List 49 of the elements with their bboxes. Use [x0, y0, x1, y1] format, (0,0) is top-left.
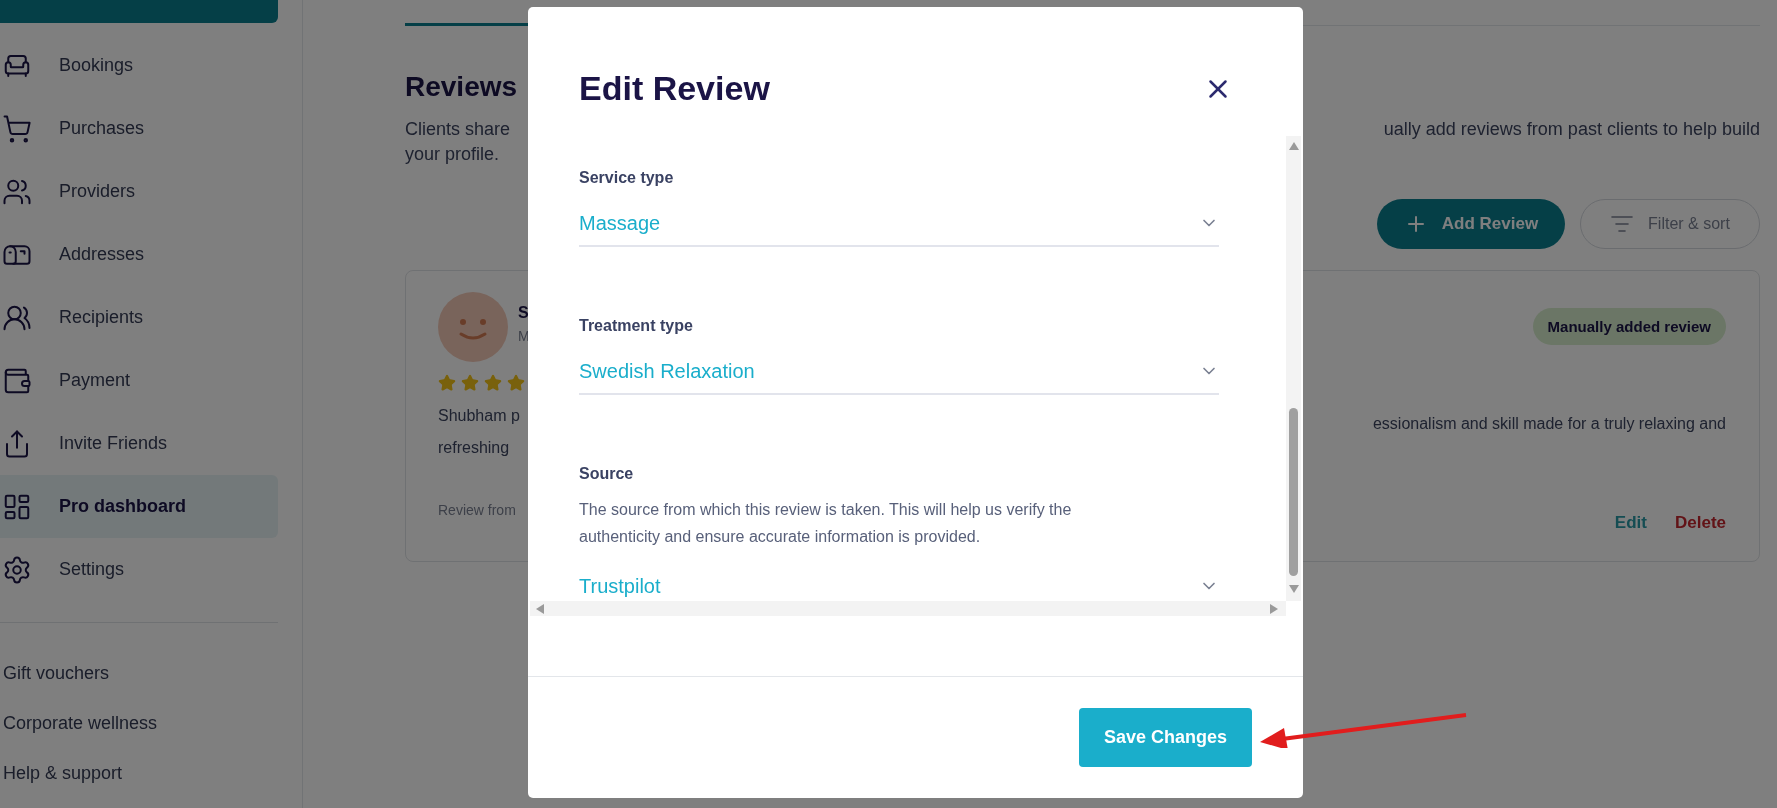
star-icon — [507, 374, 525, 392]
page-description: ually add reviews from past clients to help build — [1383, 118, 1760, 141]
filter-sort-button[interactable]: Filter & sort — [1580, 199, 1760, 249]
sidebar-item[interactable]: Invite Friends — [0, 412, 278, 475]
page-title: Reviews — [405, 71, 518, 103]
scroll-up-icon[interactable] — [1288, 142, 1299, 152]
add-review-button[interactable]: Add Review — [1377, 199, 1565, 249]
review-text: essionalism and skill made for a truly relaxing and — [1372, 415, 1726, 433]
star-icon — [438, 374, 456, 392]
avatar-icon — [438, 292, 508, 362]
sidebar-item[interactable]: Providers — [0, 160, 278, 223]
sidebar-item[interactable]: Bookings — [0, 34, 278, 97]
sidebar-link[interactable]: Help & support — [0, 748, 123, 798]
scroll-right-icon[interactable] — [1270, 603, 1280, 614]
field-label: Treatment type — [579, 317, 694, 335]
field-label: Service type — [579, 169, 675, 187]
sidebar-item[interactable]: Pro dashboard — [0, 475, 278, 538]
sidebar-item[interactable]: Addresses — [0, 223, 278, 286]
review-meta: M — [518, 328, 528, 344]
horizontal-scrollbar[interactable] — [530, 601, 1286, 616]
star-icon — [484, 374, 502, 392]
review-text: refreshing — [438, 438, 510, 458]
star-icon — [461, 374, 479, 392]
save-changes-button[interactable]: Save Changes — [1079, 708, 1252, 767]
settings-icon — [2, 554, 32, 585]
sidebar-item[interactable]: Payment — [0, 349, 278, 412]
scroll-down-icon[interactable] — [1288, 585, 1299, 595]
page-description: your profile. — [405, 143, 500, 166]
sidebar-item[interactable]: Settings — [0, 538, 278, 601]
dialog-title: Edit Review — [579, 69, 770, 108]
scroll-left-icon[interactable] — [536, 603, 546, 614]
review-text: Shubham p — [438, 406, 520, 426]
sidebar-item[interactable]: Purchases — [0, 97, 278, 160]
scrollbar-thumb[interactable] — [1289, 408, 1298, 576]
page-description: Clients share — [405, 118, 511, 141]
sidebar-link[interactable]: Corporate wellness — [0, 698, 158, 748]
delete-link[interactable]: Delete — [1674, 513, 1726, 533]
cart-icon — [2, 113, 32, 144]
vertical-scrollbar[interactable] — [1286, 136, 1301, 601]
edit-link[interactable]: Edit — [1614, 513, 1647, 533]
select-field[interactable]: Massage — [579, 201, 1219, 247]
sidebar-item[interactable]: Recipients — [0, 286, 278, 349]
review-source: Review from — [438, 502, 516, 518]
field-hint: The source from which this review is taken. This will help us verify the authenticity and ensure accurate information is provided. — [579, 500, 1073, 547]
sidebar-link[interactable]: Gift vouchers — [0, 648, 110, 698]
select-field[interactable]: Swedish Relaxation — [579, 349, 1219, 395]
manual-review-badge: Manually added review — [1532, 308, 1726, 345]
reviewer-name: S — [518, 304, 528, 322]
field-label: Source — [579, 465, 635, 483]
